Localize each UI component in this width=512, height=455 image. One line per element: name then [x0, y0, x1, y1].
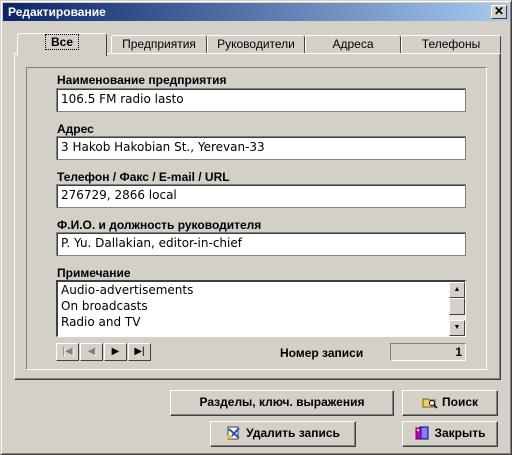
note-line: On broadcasts	[61, 299, 148, 313]
prev-icon: ◀	[87, 346, 96, 357]
tab-directors[interactable]: Руководители	[207, 35, 305, 54]
last-record-button[interactable]: ▶|	[128, 343, 151, 361]
prev-record-button[interactable]: ◀	[80, 343, 103, 361]
title-bar[interactable]: Редактирование ✕	[3, 3, 509, 21]
close-icon: ✕	[493, 4, 505, 18]
tab-phones[interactable]: Телефоны	[401, 35, 501, 54]
sections-keywords-button[interactable]: Разделы, ключ. выражения	[170, 390, 394, 416]
note-textarea[interactable]: Audio-advertisements On broadcasts Radio…	[56, 280, 466, 337]
close-window-button[interactable]: ✕	[491, 5, 507, 19]
exit-door-icon	[414, 425, 430, 440]
tab-addresses[interactable]: Адреса	[305, 35, 401, 54]
close-label: Закрыть	[434, 426, 486, 440]
address-label: Адрес	[57, 122, 94, 136]
address-field[interactable]: 3 Hakob Hakobian St., Yerevan-33	[56, 136, 466, 160]
scroll-thumb[interactable]	[449, 298, 465, 315]
next-record-button[interactable]: ▶	[104, 343, 127, 361]
note-line: Radio and TV	[61, 315, 141, 329]
last-icon: ▶|	[134, 346, 145, 357]
search-button[interactable]: Поиск	[402, 390, 498, 416]
delete-record-button[interactable]: Удалить запись	[210, 421, 356, 447]
note-label: Примечание	[57, 266, 131, 280]
record-number-label: Номер записи	[280, 346, 364, 360]
scroll-down-button[interactable]: ▼	[449, 320, 465, 336]
tab-enterprises[interactable]: Предприятия	[111, 35, 207, 54]
phone-label: Телефон / Факс / E-mail / URL	[57, 170, 230, 184]
delete-record-label: Удалить запись	[246, 426, 340, 440]
note-scrollbar[interactable]: ▲ ▼	[449, 282, 465, 336]
sections-keywords-label: Разделы, ключ. выражения	[199, 395, 365, 409]
name-field[interactable]: 106.5 FM radio lasto	[56, 88, 466, 112]
note-lines: Audio-advertisements On broadcasts Radio…	[58, 282, 193, 330]
phone-field[interactable]: 276729, 2866 local	[56, 184, 466, 208]
scroll-up-button[interactable]: ▲	[449, 282, 465, 298]
delete-record-icon	[226, 425, 242, 440]
director-label: Ф.И.О. и должность руководителя	[57, 218, 262, 232]
next-icon: ▶	[111, 346, 120, 357]
search-folder-icon	[422, 394, 438, 409]
first-record-button[interactable]: |◀	[56, 343, 79, 361]
note-line: Audio-advertisements	[61, 283, 194, 297]
director-field[interactable]: P. Yu. Dallakian, editor-in-chief	[56, 232, 466, 256]
close-button[interactable]: Закрыть	[402, 421, 498, 447]
window-title: Редактирование	[8, 5, 106, 19]
record-number-value: 1	[390, 343, 466, 361]
first-icon: |◀	[62, 346, 73, 357]
tab-all-label: Все	[44, 34, 79, 50]
search-label: Поиск	[441, 395, 478, 409]
name-label: Наименование предприятия	[57, 73, 227, 87]
tab-all[interactable]: Все	[17, 33, 107, 56]
